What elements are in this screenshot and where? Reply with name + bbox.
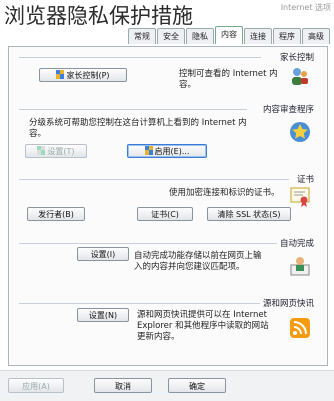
advisor-enable-button[interactable]: 启用(E)... — [127, 144, 207, 158]
group-divider — [19, 109, 247, 110]
group-divider — [19, 57, 261, 58]
advisor-settings-button[interactable]: 设置(T) — [25, 144, 87, 158]
feeds-settings-button[interactable]: 设置(N) — [77, 308, 129, 322]
feeds-desc-line3: 更新内容。 — [137, 332, 180, 342]
feeds-desc-line1: 源和网页快讯提供可以在 Internet — [137, 310, 267, 320]
shield-icon — [144, 146, 153, 155]
certificates-desc: 使用加密连接和标识的证书。 — [169, 188, 280, 198]
content-advisor-icon — [289, 121, 311, 143]
tab-strip: 常规 安全 隐私 内容 连接 程序 高级 — [60, 26, 330, 46]
dialog-footer: 应用(A) 取消 确定 — [0, 370, 334, 401]
ok-button[interactable]: 确定 — [168, 378, 226, 393]
autocomplete-icon — [289, 255, 311, 277]
group-divider — [19, 303, 269, 304]
apply-button[interactable]: 应用(A) — [8, 378, 64, 393]
parental-controls-group: 家长控制 控制可查看的 Internet 内容。 家长控制(P) — [19, 51, 317, 101]
internet-options-dialog: 浏览器隐私保护措施 Internet 选项 常规 安全 隐私 内容 连接 程序 … — [0, 0, 334, 401]
window-title: Internet 选项 — [280, 3, 331, 12]
parental-controls-button[interactable]: 家长控制(P) — [39, 68, 127, 82]
feeds-desc-line2: Explorer 和其他程序中读取的网站 — [137, 321, 269, 331]
group-title-advisor: 内容审查程序 — [259, 103, 317, 115]
advisor-desc-line2: 容。 — [29, 129, 47, 139]
group-title-autocomplete: 自动完成 — [276, 237, 317, 249]
publishers-button[interactable]: 发行者(B) — [27, 207, 85, 221]
tab-connections[interactable]: 连接 — [244, 28, 272, 44]
tab-general[interactable]: 常规 — [128, 28, 156, 44]
parental-desc: 控制可查看的 Internet 内容。 — [179, 69, 278, 90]
advisor-desc-line1: 分级系统可帮助您控制在这台计算机上看到的 Internet 内 — [29, 118, 247, 128]
tab-programs[interactable]: 程序 — [273, 28, 301, 44]
group-divider — [19, 243, 277, 244]
group-title-certificates: 证书 — [293, 173, 317, 185]
clear-ssl-state-button[interactable]: 清除 SSL 状态(S) — [207, 207, 291, 221]
group-title-feeds: 源和网页快讯 — [259, 297, 317, 309]
autocomplete-desc-line2: 入的内容并向您建议匹配项。 — [134, 262, 245, 272]
group-divider — [19, 179, 289, 180]
tab-advanced[interactable]: 高级 — [302, 28, 330, 44]
rss-feed-icon — [289, 317, 311, 339]
content-advisor-group: 内容审查程序 分级系统可帮助您控制在这台计算机上看到的 Internet 内 容… — [19, 103, 317, 169]
tab-privacy[interactable]: 隐私 — [186, 28, 214, 44]
autocomplete-desc-line1: 自动完成功能存储以前在网页上输 — [134, 251, 262, 261]
certificates-group: 证书 使用加密连接和标识的证书。 发行者(B) 证书(C) 清除 SSL 状态(… — [19, 173, 317, 235]
shield-icon — [56, 70, 65, 79]
autocomplete-group: 自动完成 自动完成功能存储以前在网页上输 入的内容并向您建议匹配项。 设置(I) — [19, 237, 317, 295]
feeds-group: 源和网页快讯 源和网页快讯提供可以在 Internet Explorer 和其他… — [19, 297, 317, 359]
parental-controls-icon — [289, 65, 311, 87]
content-tab-panel: 家长控制 控制可查看的 Internet 内容。 家长控制(P) 内容审查程序 … — [8, 46, 328, 366]
autocomplete-settings-button[interactable]: 设置(I) — [77, 247, 129, 261]
group-title-parental: 家长控制 — [276, 51, 317, 63]
shield-icon — [37, 146, 46, 155]
certificates-button[interactable]: 证书(C) — [137, 207, 193, 221]
tab-content[interactable]: 内容 — [215, 26, 243, 44]
page-caption: 浏览器隐私保护措施 — [4, 4, 193, 28]
certificate-icon — [289, 185, 311, 207]
tab-security[interactable]: 安全 — [157, 28, 185, 44]
cancel-button[interactable]: 取消 — [94, 378, 152, 393]
